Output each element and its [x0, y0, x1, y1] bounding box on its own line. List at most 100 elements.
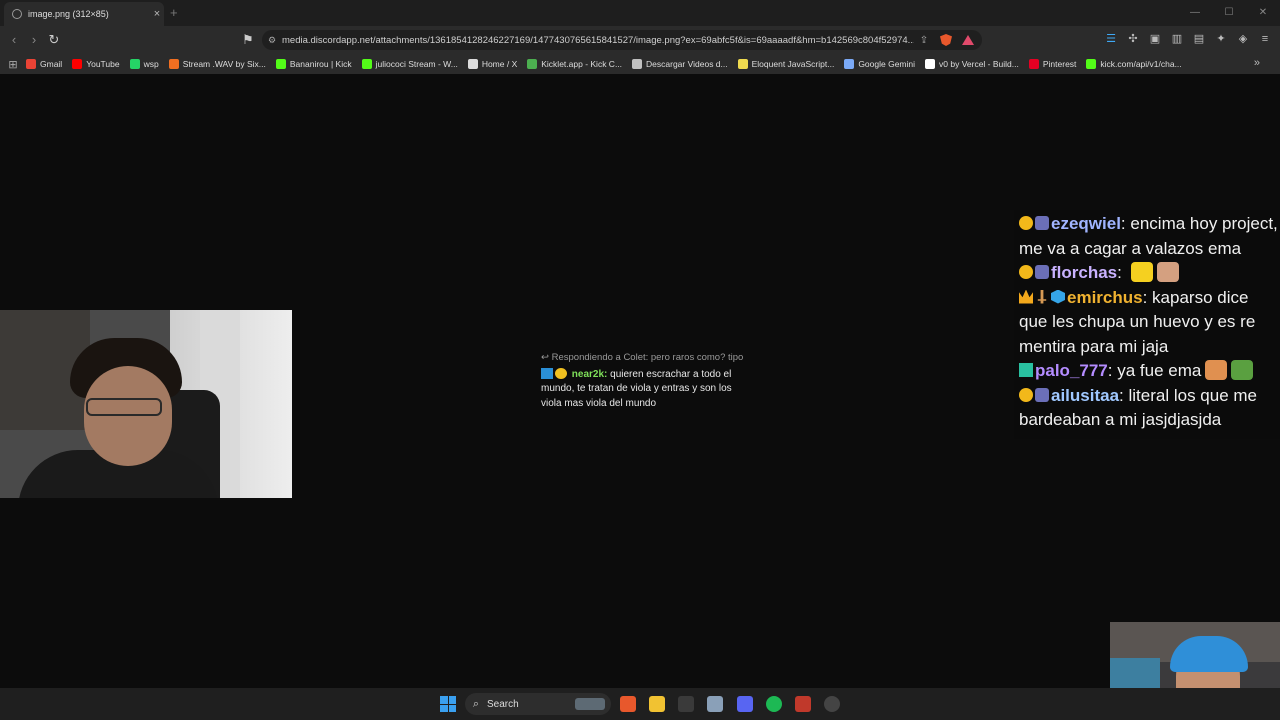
bookmark-label: YouTube	[86, 59, 120, 69]
subscriber-badge-icon	[555, 367, 567, 379]
terminal-icon[interactable]	[678, 696, 694, 712]
maximize-icon[interactable]: ☐	[1212, 0, 1246, 26]
leo-ai-icon[interactable]: ✦	[1214, 32, 1228, 46]
navigation-bar: ‹ › ↻ ⚑ ⚙ media.discordapp.net/attachmen…	[0, 26, 1280, 54]
chat-username: near2k	[571, 368, 605, 380]
bookmark-item[interactable]: Descargar Videos d...	[632, 59, 728, 69]
new-tab-icon[interactable]: +	[170, 5, 178, 20]
bookmark-label: Kicklet.app - Kick C...	[541, 59, 623, 69]
file-explorer-icon[interactable]	[649, 696, 665, 712]
bookmark-item[interactable]: Home / X	[467, 59, 518, 69]
chat-message: palo_777: ya fue ema	[1014, 359, 1280, 384]
bookmark-label: kick.com/api/v1/cha...	[1100, 59, 1182, 69]
tab-image-png[interactable]: image.png (312×85) ×	[4, 2, 164, 26]
sword-badge-icon	[1037, 289, 1047, 304]
chat-message: florchas:	[1014, 261, 1280, 286]
chat-username: florchas	[1051, 263, 1118, 282]
brave-rewards-icon[interactable]	[962, 35, 974, 45]
bookmark-favicon	[275, 59, 286, 69]
bookmark-item[interactable]: wsp	[129, 59, 159, 69]
bookmark-favicon	[1028, 59, 1039, 69]
chat-username: ailusitaa	[1051, 385, 1120, 405]
close-window-icon[interactable]: ✕	[1246, 0, 1280, 26]
extensions-icon[interactable]: ✣	[1126, 32, 1140, 46]
brave-shields-icon[interactable]	[940, 34, 952, 46]
chat-text: ya fue ema	[1112, 361, 1202, 380]
minimize-icon[interactable]: —	[1178, 0, 1212, 26]
apps-grid-icon[interactable]: ⊞	[0, 58, 26, 71]
bookmark-favicon	[72, 59, 83, 69]
bookmark-item[interactable]: juliococi Stream - W...	[361, 59, 458, 69]
reply-text: Respondiendo a Colet: pero raros como? t…	[551, 352, 744, 363]
chat-username: palo_777	[1035, 361, 1108, 380]
screenshot-icon[interactable]: ▣	[1148, 32, 1162, 46]
bookmark-favicon	[844, 59, 855, 69]
sidebar-icon[interactable]: ▥	[1170, 32, 1184, 46]
bookmark-item[interactable]: Stream .WAV by Six...	[168, 59, 266, 69]
more-bookmarks-icon[interactable]: »	[1254, 57, 1260, 69]
bookmark-favicon	[632, 59, 643, 69]
bookmark-label: Home / X	[481, 59, 518, 69]
webcam-feed-streamer	[0, 310, 292, 498]
obs-studio-icon[interactable]	[824, 696, 840, 712]
bookmark-label: Stream .WAV by Six...	[182, 59, 266, 69]
camera-icon[interactable]	[707, 696, 723, 712]
chat-username: ezeqwiel	[1051, 214, 1121, 233]
emote-icon	[1205, 360, 1228, 380]
bookmark-label: juliococi Stream - W...	[375, 59, 458, 69]
bookmark-item[interactable]: Kicklet.app - Kick C...	[527, 59, 622, 69]
menu-icon[interactable]: ≡	[1258, 32, 1272, 46]
grid-badge-icon	[1019, 363, 1033, 377]
bookmark-favicon	[361, 59, 372, 69]
windows-start-icon[interactable]	[440, 696, 456, 712]
bookmark-item[interactable]: Gmail	[26, 59, 62, 69]
bookmark-favicon	[129, 59, 140, 69]
spotify-icon[interactable]	[766, 696, 782, 712]
share-icon[interactable]: ⇪	[914, 35, 934, 46]
bookmark-favicon	[925, 59, 936, 69]
forward-icon[interactable]: ›	[26, 32, 42, 48]
taskbar: ⌕ Search	[0, 688, 1280, 720]
app-icon[interactable]	[795, 696, 811, 712]
num-badge-icon	[1019, 216, 1033, 230]
discord-icon[interactable]	[737, 696, 753, 712]
bookmarks-bar: ⊞ Gmail YouTube wsp Stream .WAV by Six..…	[0, 54, 1280, 74]
bookmark-item[interactable]: Eloquent JavaScript...	[737, 59, 834, 69]
wallet-icon[interactable]: ▤	[1192, 32, 1206, 46]
toolbar-icons: ☰ ✣ ▣ ▥ ▤ ✦ ◈ ≡	[1104, 32, 1272, 46]
translate-extension-icon[interactable]: ☰	[1104, 32, 1118, 46]
bookmark-icon[interactable]: ⚑	[240, 32, 256, 48]
site-info-icon[interactable]: ⚙	[262, 35, 282, 46]
reply-chat-message: ↩ Respondiendo a Colet: pero raros como?…	[541, 351, 751, 411]
bookmark-item[interactable]: YouTube	[72, 59, 120, 69]
tab-title: image.png (312×85)	[28, 9, 109, 19]
globe-icon	[12, 9, 22, 19]
chat-overlay: ezeqwiel: encima hoy project, me va a ca…	[1014, 210, 1280, 439]
bookmark-item[interactable]: Pinterest	[1028, 59, 1076, 69]
vpn-icon[interactable]: ◈	[1236, 32, 1250, 46]
bookmark-favicon	[168, 59, 179, 69]
chat-message: ailusitaa: literal los que me bardeaban …	[1014, 384, 1280, 433]
reload-icon[interactable]: ↻	[46, 32, 62, 48]
brave-browser-icon[interactable]	[620, 696, 636, 712]
taskbar-search[interactable]: ⌕ Search	[465, 693, 611, 715]
bot-badge-icon	[1035, 216, 1049, 230]
chat-message: emirchus: kaparso dice que les chupa un …	[1014, 286, 1280, 360]
bookmark-item[interactable]: kick.com/api/v1/cha...	[1086, 59, 1182, 69]
moderator-badge-icon	[541, 367, 553, 379]
close-tab-icon[interactable]: ×	[150, 8, 164, 20]
num-badge-icon	[1019, 387, 1033, 402]
search-label: Search	[487, 698, 519, 710]
search-highlight-image	[575, 698, 605, 710]
address-bar[interactable]: ⚙ media.discordapp.net/attachments/13618…	[262, 30, 982, 50]
bookmark-item[interactable]: Bananirou | Kick	[275, 59, 352, 69]
bookmark-label: Google Gemini	[858, 59, 916, 69]
chat-message: ezeqwiel: encima hoy project, me va a ca…	[1014, 212, 1280, 261]
back-icon[interactable]: ‹	[6, 32, 22, 48]
bookmark-item[interactable]: Google Gemini	[844, 59, 915, 69]
bookmark-label: Descargar Videos d...	[646, 59, 728, 69]
bookmark-item[interactable]: v0 by Vercel - Build...	[925, 59, 1019, 69]
bot-badge-icon	[1035, 265, 1049, 279]
bookmark-label: v0 by Vercel - Build...	[939, 59, 1019, 69]
bot-badge-icon	[1035, 387, 1049, 402]
